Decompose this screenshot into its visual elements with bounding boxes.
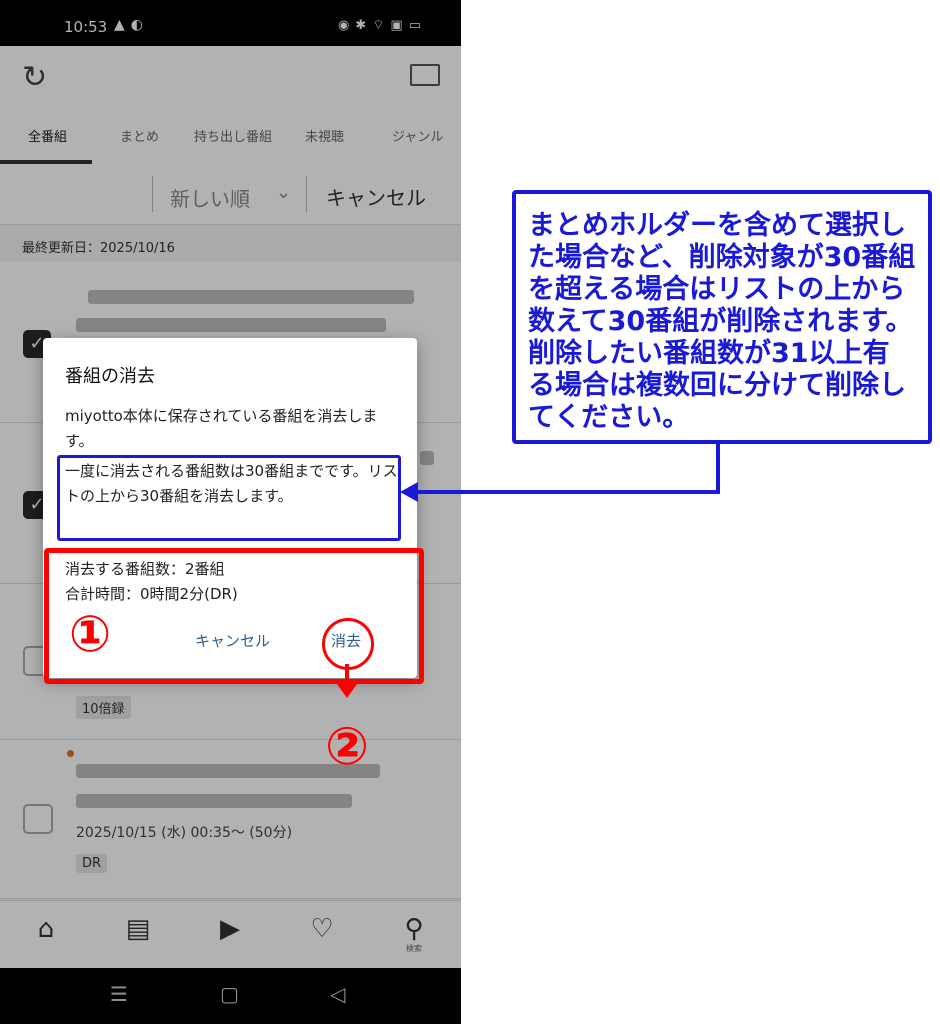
connector-line — [716, 444, 720, 494]
step-marker-2: ② — [324, 717, 370, 777]
dialog-title: 番組の消去 — [65, 366, 155, 387]
connector-line — [418, 490, 720, 494]
highlight-box-blue — [57, 455, 401, 541]
arrow-head-icon — [337, 684, 357, 698]
delete-button-highlight — [322, 618, 374, 670]
arrow-left-icon — [400, 482, 418, 502]
step-marker-1: ① — [68, 605, 112, 663]
callout-box: まとめホルダーを含めて選択した場合など、削除対象が30番組を超える場合はリストの… — [512, 190, 932, 444]
callout-text: まとめホルダーを含めて選択した場合など、削除対象が30番組を超える場合はリストの… — [528, 210, 916, 433]
dialog-message: miyotto本体に保存されている番組を消去します。 — [65, 407, 378, 450]
arrow-down-icon — [345, 664, 349, 686]
